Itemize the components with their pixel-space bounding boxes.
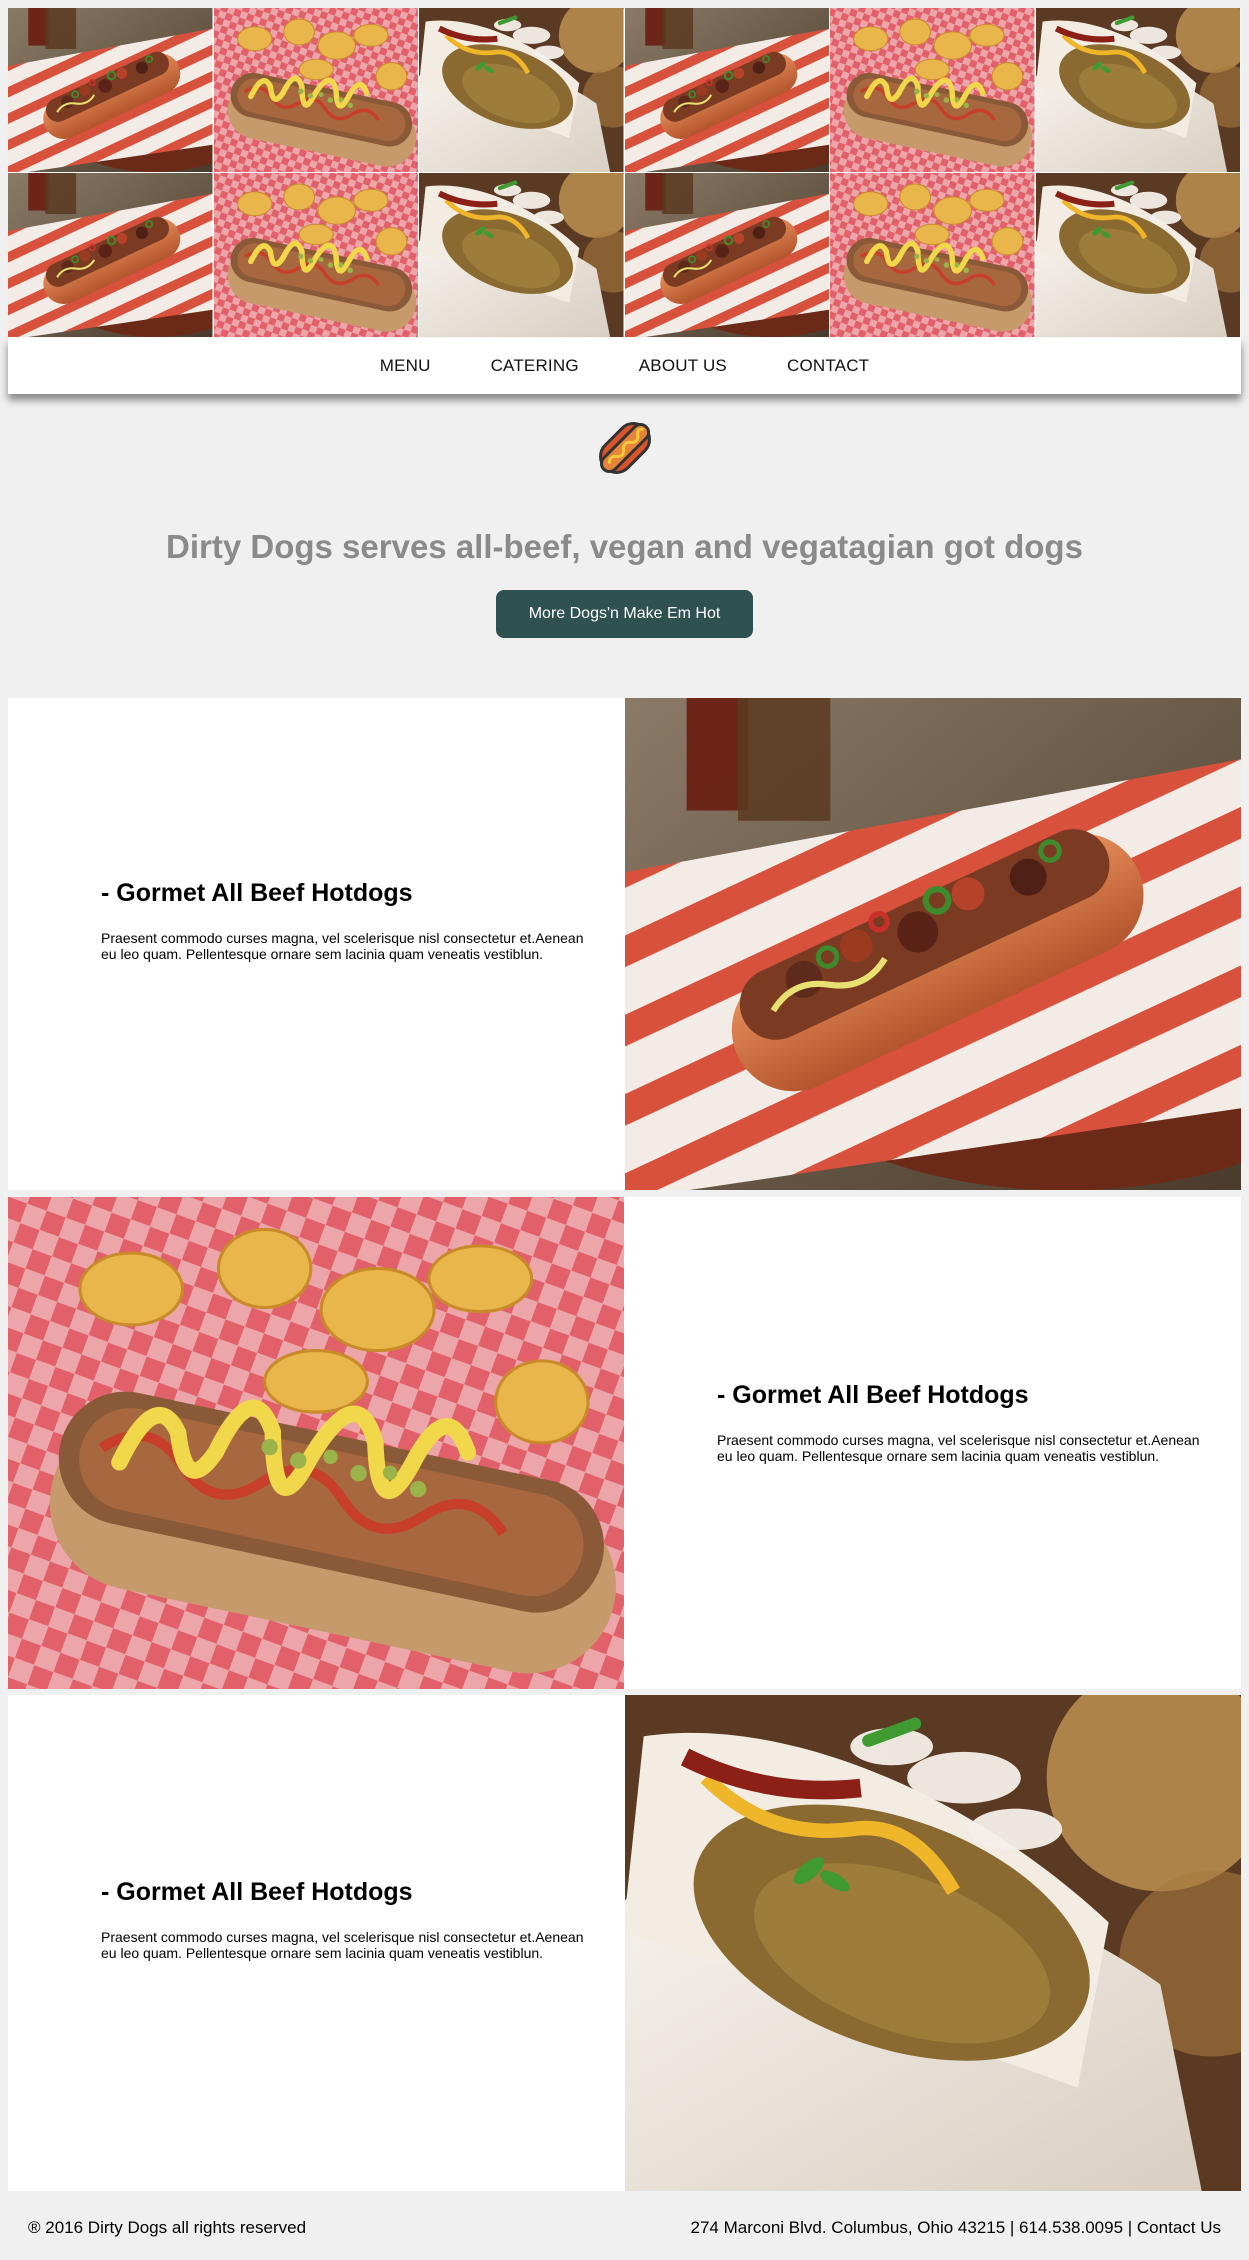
feature-image xyxy=(625,698,1241,1190)
feature-description: Praesent commodo curses magna, vel scele… xyxy=(717,1432,1200,1464)
feature-row: - Gormet All Beef Hotdogs Praesent commo… xyxy=(8,1197,1241,1689)
hero-image xyxy=(419,173,625,338)
feature-image xyxy=(8,1197,624,1689)
hero-collage xyxy=(8,8,1241,338)
hero-image xyxy=(830,173,1036,338)
main-nav: MENU CATERING ABOUT US CONTACT xyxy=(8,338,1241,394)
hero-image xyxy=(1035,173,1241,338)
footer-contact-info[interactable]: 274 Marconi Blvd. Columbus, Ohio 43215 |… xyxy=(691,2218,1221,2238)
feature-row: - Gormet All Beef Hotdogs Praesent commo… xyxy=(8,698,1241,1190)
feature-image xyxy=(625,1695,1241,2191)
hero-image xyxy=(1035,8,1241,173)
feature-row: - Gormet All Beef Hotdogs Praesent commo… xyxy=(8,1695,1241,2191)
hero-image xyxy=(419,8,625,173)
hero-image xyxy=(213,173,419,338)
hero-image xyxy=(213,8,419,173)
hero-tagline: Dirty Dogs serves all-beef, vegan and ve… xyxy=(166,528,1083,565)
nav-about-us[interactable]: ABOUT US xyxy=(639,356,727,376)
hotdog-icon[interactable] xyxy=(591,412,659,484)
hero-image xyxy=(624,173,830,338)
hero-image xyxy=(830,8,1036,173)
feature-copy: - Gormet All Beef Hotdogs Praesent commo… xyxy=(8,698,624,1190)
footer: ® 2016 Dirty Dogs all rights reserved 27… xyxy=(0,2214,1249,2244)
hero-image xyxy=(8,173,214,338)
nav-catering[interactable]: CATERING xyxy=(491,356,579,376)
feature-copy: - Gormet All Beef Hotdogs Praesent commo… xyxy=(8,1695,624,2191)
nav-menu[interactable]: MENU xyxy=(380,356,431,376)
footer-copyright: ® 2016 Dirty Dogs all rights reserved xyxy=(28,2218,307,2237)
more-dogs-button[interactable]: More Dogs'n Make Em Hot xyxy=(496,590,753,638)
feature-copy: - Gormet All Beef Hotdogs Praesent commo… xyxy=(625,1197,1241,1689)
hero-image xyxy=(624,8,830,173)
feature-description: Praesent commodo curses magna, vel scele… xyxy=(101,1929,584,1961)
feature-title: - Gormet All Beef Hotdogs xyxy=(717,1381,1029,1409)
hero-image xyxy=(8,8,214,173)
feature-title: - Gormet All Beef Hotdogs xyxy=(101,1878,413,1906)
nav-contact[interactable]: CONTACT xyxy=(787,356,869,376)
feature-description: Praesent commodo curses magna, vel scele… xyxy=(101,930,584,962)
feature-title: - Gormet All Beef Hotdogs xyxy=(101,879,413,907)
